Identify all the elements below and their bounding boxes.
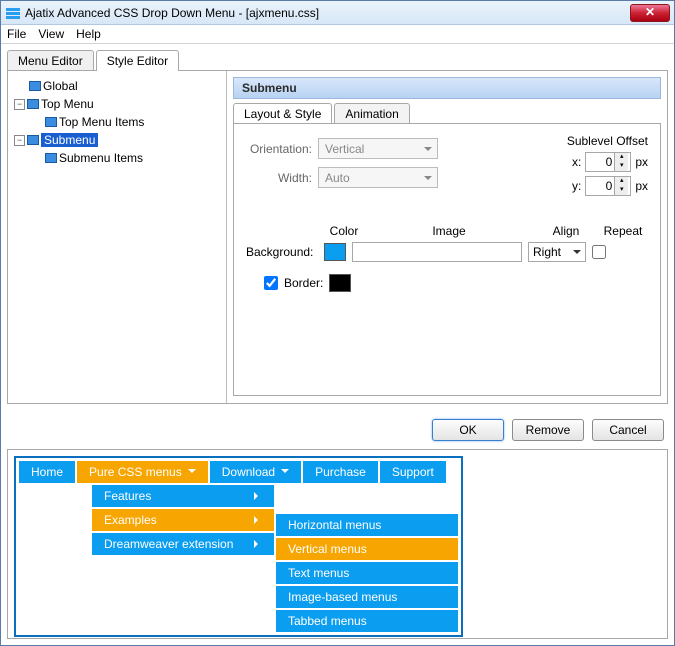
node-icon: [45, 117, 57, 127]
nav-home[interactable]: Home: [18, 460, 76, 484]
hdr-align: Align: [534, 224, 598, 238]
menubar: File View Help: [1, 25, 674, 44]
repeat-checkbox[interactable]: [592, 245, 606, 259]
tree-top-menu-items[interactable]: Top Menu Items: [59, 115, 144, 129]
tree-global[interactable]: Global: [43, 79, 78, 93]
hdr-color: Color: [324, 224, 364, 238]
tree-submenu-items[interactable]: Submenu Items: [59, 151, 143, 165]
border-row: Border:: [246, 274, 648, 292]
window-title: Ajatix Advanced CSS Drop Down Menu - [aj…: [25, 6, 630, 20]
tab-style-editor[interactable]: Style Editor: [96, 50, 179, 71]
collapse-icon[interactable]: −: [14, 135, 25, 146]
sublevel-offset: Sublevel Offset x: ▴▾ px y: ▴▾ px: [567, 134, 648, 200]
node-icon: [45, 153, 57, 163]
close-button[interactable]: ✕: [630, 4, 670, 22]
background-label: Background:: [246, 245, 318, 259]
align-select[interactable]: Right: [528, 242, 586, 262]
menu-help[interactable]: Help: [76, 27, 101, 41]
submenu-col1: Features Examples Dreamweaver extension: [91, 484, 275, 633]
sub-image-based[interactable]: Image-based menus: [275, 585, 459, 609]
cancel-button[interactable]: Cancel: [592, 419, 664, 441]
sub-dreamweaver[interactable]: Dreamweaver extension: [91, 532, 275, 556]
sub-horizontal[interactable]: Horizontal menus: [275, 513, 459, 537]
main-tabs: Menu Editor Style Editor: [1, 44, 674, 71]
sub-examples[interactable]: Examples: [91, 508, 275, 532]
px-label: px: [635, 179, 648, 193]
px-label: px: [635, 155, 648, 169]
preview-top-row: Home Pure CSS menus Download Purchase Su…: [18, 460, 459, 484]
properties-pane: Submenu Layout & Style Animation Orienta…: [227, 71, 667, 403]
section-title: Submenu: [233, 77, 661, 99]
bg-headers: Color Image Align Repeat: [246, 224, 648, 238]
orientation-combo[interactable]: Vertical: [318, 138, 438, 159]
tab-animation[interactable]: Animation: [334, 103, 409, 124]
editor-panel: Global − Top Menu Top Menu Items − Submenu…: [7, 70, 668, 404]
offset-y-label: y:: [572, 179, 581, 193]
offset-y-input[interactable]: ▴▾: [585, 176, 631, 196]
menu-file[interactable]: File: [7, 27, 26, 41]
sub-text[interactable]: Text menus: [275, 561, 459, 585]
offset-x-input[interactable]: ▴▾: [585, 152, 631, 172]
spin-down-icon[interactable]: ▾: [614, 162, 628, 171]
tree-top-menu[interactable]: Top Menu: [41, 97, 94, 111]
hdr-image: Image: [364, 224, 534, 238]
tab-layout-style[interactable]: Layout & Style: [233, 103, 332, 124]
sub-vertical[interactable]: Vertical menus: [275, 537, 459, 561]
width-label: Width:: [246, 171, 318, 185]
dialog-buttons: OK Remove Cancel: [1, 411, 674, 449]
node-icon: [27, 135, 39, 145]
offset-x-label: x:: [572, 155, 581, 169]
sub-features[interactable]: Features: [91, 484, 275, 508]
submenu-col2: Horizontal menus Vertical menus Text men…: [275, 513, 459, 633]
tab-menu-editor[interactable]: Menu Editor: [7, 50, 94, 71]
app-icon: [5, 5, 21, 21]
border-label: Border:: [284, 276, 323, 290]
offset-title: Sublevel Offset: [567, 134, 648, 148]
nav-support[interactable]: Support: [379, 460, 447, 484]
tree-submenu[interactable]: Submenu: [41, 133, 98, 147]
spin-up-icon[interactable]: ▴: [614, 177, 628, 186]
app-window: Ajatix Advanced CSS Drop Down Menu - [aj…: [0, 0, 675, 646]
sub-tabs: Layout & Style Animation: [233, 103, 661, 124]
border-checkbox[interactable]: [264, 276, 278, 290]
menu-view[interactable]: View: [38, 27, 64, 41]
layout-panel: Orientation: Vertical Width: Auto Sublev…: [233, 123, 661, 396]
border-color-swatch[interactable]: [329, 274, 351, 292]
spin-down-icon[interactable]: ▾: [614, 186, 628, 195]
ok-button[interactable]: OK: [432, 419, 504, 441]
nav-download[interactable]: Download: [209, 460, 302, 484]
preview-menu: Home Pure CSS menus Download Purchase Su…: [14, 456, 463, 637]
node-icon: [29, 81, 41, 91]
collapse-icon[interactable]: −: [14, 99, 25, 110]
background-row: Background: Right: [246, 242, 648, 262]
titlebar: Ajatix Advanced CSS Drop Down Menu - [aj…: [1, 1, 674, 25]
nav-purchase[interactable]: Purchase: [302, 460, 379, 484]
width-combo[interactable]: Auto: [318, 167, 438, 188]
preview-submenu: Features Examples Dreamweaver extension …: [18, 484, 459, 633]
style-tree: Global − Top Menu Top Menu Items − Submenu…: [8, 71, 227, 403]
nav-pure-css-menus[interactable]: Pure CSS menus: [76, 460, 209, 484]
bg-image-input[interactable]: [352, 242, 522, 262]
preview-pane: Home Pure CSS menus Download Purchase Su…: [7, 449, 668, 639]
sub-tabbed[interactable]: Tabbed menus: [275, 609, 459, 633]
spin-up-icon[interactable]: ▴: [614, 153, 628, 162]
orientation-label: Orientation:: [246, 142, 318, 156]
hdr-repeat: Repeat: [598, 224, 648, 238]
remove-button[interactable]: Remove: [512, 419, 584, 441]
bg-color-swatch[interactable]: [324, 243, 346, 261]
node-icon: [27, 99, 39, 109]
